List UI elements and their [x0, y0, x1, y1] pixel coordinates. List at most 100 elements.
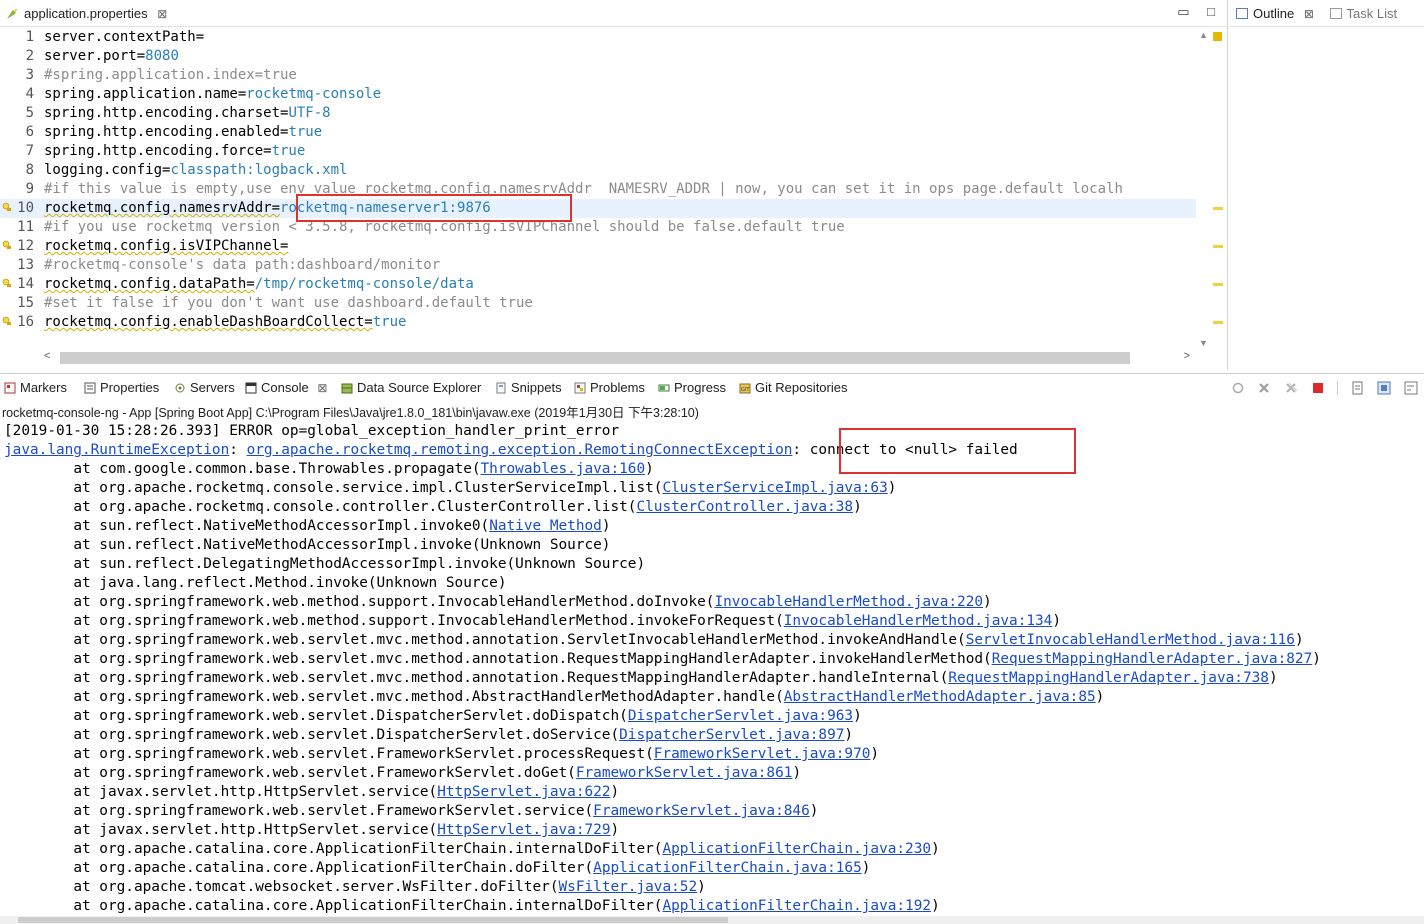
property-key: spring.http.encoding.enabled= [44, 124, 289, 140]
tab-progress[interactable]: Progress [656, 376, 726, 400]
code-line[interactable]: 7 spring.http.encoding.force=true [0, 142, 1196, 161]
tab-console[interactable]: Console ⊠ [243, 376, 328, 400]
overview-ruler[interactable] [1210, 28, 1226, 350]
stack-frame: at org.springframework.web.servlet.mvc.m… [4, 650, 1420, 669]
clear-console-icon[interactable] [1351, 381, 1365, 395]
source-link[interactable]: ApplicationFilterChain.java:165 [593, 860, 862, 876]
scroll-right-icon[interactable]: > [1184, 350, 1190, 362]
code-line[interactable]: 10 rocketmq.config.namesrvAddr=rocketmq-n… [0, 199, 1196, 218]
code-text: #set it false if you don't want use dash… [44, 294, 533, 313]
scroll-up-icon[interactable]: ▲ [1199, 30, 1208, 40]
code-line[interactable]: 15 #set it false if you don't want use da… [0, 294, 1196, 313]
source-link[interactable]: InvocableHandlerMethod.java:134 [784, 613, 1053, 629]
source-link[interactable]: RequestMappingHandlerAdapter.java:827 [992, 651, 1313, 667]
code-lines[interactable]: 1 server.contextPath= 2 server.port=8080 3 #s… [0, 28, 1196, 332]
stack-frame-suffix: ) [887, 480, 897, 496]
close-icon[interactable]: ⊠ [157, 2, 167, 26]
stack-frame: at com.google.common.base.Throwables.pro… [4, 460, 1420, 479]
source-link[interactable]: Throwables.java:160 [481, 461, 646, 477]
code-line[interactable]: 5 spring.http.encoding.charset=UTF-8 [0, 104, 1196, 123]
scroll-down-icon[interactable]: ▼ [1199, 338, 1208, 348]
code-line[interactable]: 12 rocketmq.config.isVIPChannel= [0, 237, 1196, 256]
warning-marker[interactable] [1213, 245, 1223, 248]
source-link[interactable]: Native Method [489, 518, 602, 534]
tab-properties[interactable]: Properties [82, 376, 159, 400]
maximize-icon[interactable]: □ [1207, 4, 1215, 19]
source-link[interactable]: ApplicationFilterChain.java:192 [662, 898, 931, 914]
source-link[interactable]: DispatcherServlet.java:963 [628, 708, 853, 724]
tab-snippets[interactable]: Snippets [493, 376, 562, 400]
editor-tab-application-properties[interactable]: application.properties ⊠ [2, 2, 174, 26]
stack-frame-text: at com.google.common.base.Throwables.pro… [4, 461, 481, 477]
source-link[interactable]: HttpServlet.java:622 [437, 784, 610, 800]
tab-servers[interactable]: Servers [172, 376, 235, 400]
tab-data-source-explorer[interactable]: Data Source Explorer [339, 376, 481, 400]
word-wrap-icon[interactable] [1404, 381, 1418, 395]
source-link[interactable]: DispatcherServlet.java:897 [619, 727, 844, 743]
warning-marker[interactable] [1213, 321, 1223, 324]
close-icon[interactable]: ⊠ [1304, 1, 1314, 28]
exception-class-link[interactable]: java.lang.RuntimeException [4, 442, 229, 458]
property-value: 8080 [145, 48, 179, 64]
views-tabbar: Markers Properties Servers Console ⊠ Dat… [0, 376, 1424, 400]
source-link[interactable]: FrameworkServlet.java:846 [593, 803, 810, 819]
scroll-thumb[interactable] [18, 917, 728, 923]
stack-frame-text: at org.apache.catalina.core.ApplicationF… [4, 860, 594, 876]
code-line[interactable]: 4 spring.application.name=rocketmq-consol… [0, 85, 1196, 104]
code-line[interactable]: 6 spring.http.encoding.enabled=true [0, 123, 1196, 142]
outline-tabbar: Outline ⊠ Task List [1230, 0, 1424, 27]
source-link[interactable]: InvocableHandlerMethod.java:220 [714, 594, 983, 610]
source-link[interactable]: HttpServlet.java:729 [437, 822, 610, 838]
source-link[interactable]: FrameworkServlet.java:861 [576, 765, 793, 781]
tab-git-label: Git Repositories [755, 380, 848, 395]
stack-frame: at javax.servlet.http.HttpServlet.servic… [4, 783, 1420, 802]
scroll-lock-icon[interactable] [1377, 381, 1391, 395]
code-line[interactable]: 8 logging.config=classpath:logback.xml [0, 161, 1196, 180]
code-text: #rocketmq-console's data path:dashboard/… [44, 256, 440, 275]
tab-git-repositories[interactable]: GIT Git Repositories [737, 376, 847, 400]
code-line[interactable]: 11 #if you use rocketmq version < 3.5.8, … [0, 218, 1196, 237]
property-key: rocketmq.config.enableDashBoardCollect= [44, 314, 373, 330]
source-link[interactable]: AbstractHandlerMethodAdapter.java:85 [784, 689, 1096, 705]
remove-launch-icon[interactable] [1257, 381, 1271, 395]
minimize-icon[interactable]: ▭ [1177, 4, 1189, 19]
code-line[interactable]: 9 #if this value is empty,use env value r… [0, 180, 1196, 199]
source-link[interactable]: ClusterServiceImpl.java:63 [662, 480, 887, 496]
tab-outline-label: Outline [1253, 6, 1295, 21]
source-link[interactable]: ServletInvocableHandlerMethod.java:116 [966, 632, 1295, 648]
code-line[interactable]: 13 #rocketmq-console's data path:dashboar… [0, 256, 1196, 275]
tab-markers[interactable]: Markers [2, 376, 67, 400]
warning-marker[interactable] [1213, 283, 1223, 286]
tab-problems[interactable]: Problems [572, 376, 645, 400]
scroll-left-icon[interactable]: < [44, 350, 50, 362]
source-link[interactable]: RequestMappingHandlerAdapter.java:738 [948, 670, 1269, 686]
terminate-icon[interactable] [1311, 381, 1325, 395]
console-output[interactable]: [2019-01-30 15:28:26.393] ERROR op=globa… [4, 422, 1420, 916]
source-link[interactable]: ApplicationFilterChain.java:230 [662, 841, 931, 857]
code-line[interactable]: 2 server.port=8080 [0, 47, 1196, 66]
code-text: rocketmq.config.isVIPChannel= [44, 237, 288, 256]
source-link[interactable]: ClusterController.java:38 [636, 499, 853, 515]
horizontal-scrollbar[interactable]: < > [40, 350, 1196, 366]
code-line[interactable]: 3 #spring.application.index=true [0, 66, 1196, 85]
tab-outline[interactable]: Outline ⊠ [1230, 0, 1320, 28]
tab-task-list[interactable]: Task List [1324, 0, 1404, 27]
code-line[interactable]: 1 server.contextPath= [0, 28, 1196, 47]
property-key: server.contextPath= [44, 29, 205, 45]
close-icon[interactable]: ⊠ [317, 381, 327, 395]
source-link[interactable]: FrameworkServlet.java:970 [654, 746, 871, 762]
exception-cause-link[interactable]: org.apache.rocketmq.remoting.exception.R… [247, 442, 793, 458]
source-link[interactable]: WsFilter.java:52 [559, 879, 698, 895]
property-key: spring.http.encoding.force= [44, 143, 272, 159]
code-line[interactable]: 14 rocketmq.config.dataPath=/tmp/rocketmq… [0, 275, 1196, 294]
scroll-thumb[interactable] [60, 352, 1130, 364]
reconnect-icon[interactable] [1231, 381, 1245, 395]
warning-summary-icon[interactable] [1213, 32, 1222, 41]
vertical-scrollbar[interactable]: ▲ ▼ [1196, 28, 1210, 350]
stack-frame-suffix: ) [844, 727, 854, 743]
code-line[interactable]: 16 rocketmq.config.enableDashBoardCollect… [0, 313, 1196, 332]
warning-marker[interactable] [1213, 207, 1223, 210]
remove-all-terminated-icon[interactable] [1284, 381, 1298, 395]
editor-pane[interactable]: application.properties ⊠ ▭ □ 1 server.con… [0, 0, 1228, 370]
console-horizontal-scrollbar[interactable] [0, 916, 1424, 924]
